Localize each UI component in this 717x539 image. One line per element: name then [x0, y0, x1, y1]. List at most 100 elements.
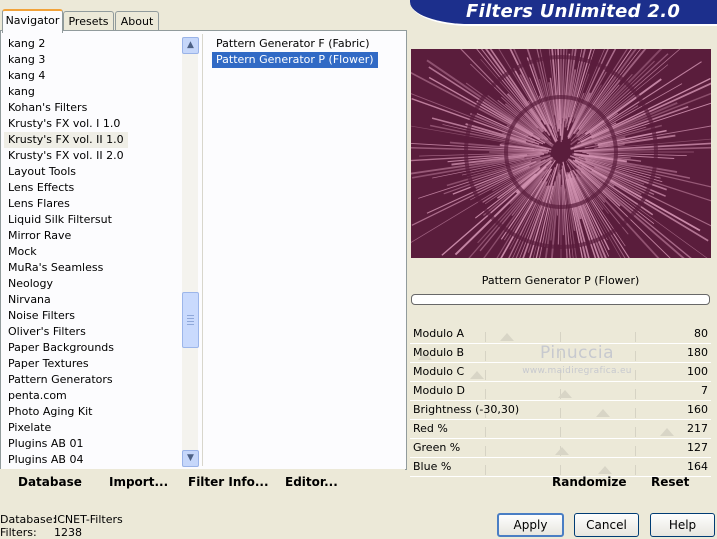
- slider-tick: [560, 465, 561, 475]
- slider-tick: [635, 446, 636, 456]
- slider-tick: [635, 465, 636, 475]
- slider-tick: [560, 332, 561, 342]
- param-name: Modulo B: [413, 346, 465, 359]
- param-row[interactable]: Green % 127: [410, 439, 711, 458]
- category-item[interactable]: Neology: [4, 276, 57, 292]
- filter-list[interactable]: Pattern Generator F (Fabric) Pattern Gen…: [206, 36, 402, 68]
- slider-tick: [635, 351, 636, 361]
- param-value: 160: [687, 403, 708, 416]
- slider-knob[interactable]: [596, 409, 610, 417]
- slider-tick: [485, 446, 486, 456]
- category-item[interactable]: Pattern Generators: [4, 372, 117, 388]
- slider-tick: [560, 408, 561, 418]
- category-item[interactable]: Mock: [4, 244, 41, 260]
- slider-knob[interactable]: [558, 390, 572, 398]
- category-item[interactable]: Kohan's Filters: [4, 100, 91, 116]
- category-item[interactable]: Liquid Silk Filtersut: [4, 212, 116, 228]
- category-item[interactable]: Pixelate: [4, 420, 55, 436]
- category-item[interactable]: Mirror Rave: [4, 228, 75, 244]
- slider-tick: [485, 332, 486, 342]
- param-row[interactable]: Red % 217: [410, 420, 711, 439]
- slider-tick: [485, 351, 486, 361]
- parameter-sliders[interactable]: Modulo A 80 Modulo B 180 Modulo C 100 Modulo D…: [410, 325, 711, 477]
- category-item[interactable]: Lens Effects: [4, 180, 78, 196]
- category-item[interactable]: Plugins AB 04: [4, 452, 87, 468]
- filter-preview: [373, 0, 717, 332]
- scroll-thumb[interactable]: [182, 292, 199, 348]
- category-item[interactable]: Paper Textures: [4, 356, 93, 372]
- slider-tick: [635, 389, 636, 399]
- category-item[interactable]: kang: [4, 84, 39, 100]
- filter-info-button[interactable]: Filter Info...: [188, 475, 269, 489]
- slider-knob[interactable]: [555, 447, 569, 455]
- cancel-button[interactable]: Cancel: [574, 513, 639, 537]
- category-item[interactable]: Photo Aging Kit: [4, 404, 96, 420]
- slider-tick: [560, 427, 561, 437]
- slider-tick: [485, 389, 486, 399]
- import-button[interactable]: Import...: [109, 475, 168, 489]
- category-item[interactable]: Lens Flares: [4, 196, 74, 212]
- preview-filter-name: Pattern Generator P (Flower): [410, 271, 711, 291]
- param-value: 217: [687, 422, 708, 435]
- category-item[interactable]: kang 4: [4, 68, 49, 84]
- scroll-down-button[interactable]: ▼: [182, 450, 199, 467]
- param-row[interactable]: Modulo A 80: [410, 325, 711, 344]
- database-button[interactable]: Database: [18, 475, 82, 489]
- category-item[interactable]: kang 2: [4, 36, 49, 52]
- slider-knob[interactable]: [660, 428, 674, 436]
- slider-knob[interactable]: [598, 466, 612, 474]
- slider-tick: [635, 332, 636, 342]
- param-row[interactable]: Modulo B 180: [410, 344, 711, 363]
- database-value: ICNET-Filters: [54, 513, 123, 526]
- category-item[interactable]: kang 3: [4, 52, 49, 68]
- scroll-up-button[interactable]: ▲: [182, 37, 199, 54]
- param-name: Modulo D: [413, 384, 465, 397]
- param-row[interactable]: Modulo C 100: [410, 363, 711, 382]
- filter-item[interactable]: Pattern Generator F (Fabric): [212, 36, 374, 52]
- tab-about[interactable]: About: [115, 11, 159, 31]
- category-item[interactable]: Nirvana: [4, 292, 55, 308]
- category-item[interactable]: Noise Filters: [4, 308, 79, 324]
- editor-button[interactable]: Editor...: [285, 475, 338, 489]
- slider-knob[interactable]: [470, 371, 484, 379]
- category-list[interactable]: kang 2 kang 3 kang 4 kang Kohan's Filters Kru…: [0, 34, 180, 468]
- randomize-button[interactable]: Randomize: [552, 475, 626, 489]
- reset-button[interactable]: Reset: [651, 475, 689, 489]
- slider-tick: [560, 351, 561, 361]
- param-name: Modulo A: [413, 327, 464, 340]
- slider-tick: [485, 427, 486, 437]
- param-name: Blue %: [413, 460, 452, 473]
- flower-pattern-image: [373, 0, 717, 332]
- param-value: 80: [694, 327, 708, 340]
- param-row[interactable]: Brightness (-30,30) 160: [410, 401, 711, 420]
- slider-tick: [635, 370, 636, 380]
- slider-tick: [560, 370, 561, 380]
- category-item-selected[interactable]: Krusty's FX vol. II 1.0: [4, 132, 128, 148]
- filters-label: Filters:: [0, 526, 37, 539]
- param-name: Red %: [413, 422, 448, 435]
- category-item[interactable]: MuRa's Seamless: [4, 260, 107, 276]
- category-item[interactable]: Layout Tools: [4, 164, 80, 180]
- category-scrollbar[interactable]: ▲ ▼: [182, 37, 199, 467]
- param-name: Brightness (-30,30): [413, 403, 520, 416]
- category-item[interactable]: Krusty's FX vol. I 1.0: [4, 116, 124, 132]
- filters-count: 1238: [54, 526, 82, 539]
- help-button[interactable]: Help: [650, 513, 715, 537]
- slider-tick: [635, 408, 636, 418]
- category-item[interactable]: Oliver's Filters: [4, 324, 90, 340]
- param-name: Modulo C: [413, 365, 465, 378]
- param-row[interactable]: Modulo D 7: [410, 382, 711, 401]
- category-item[interactable]: penta.com: [4, 388, 71, 404]
- tab-presets[interactable]: Presets: [63, 11, 114, 31]
- param-value: 164: [687, 460, 708, 473]
- param-name: Green %: [413, 441, 461, 454]
- param-value: 100: [687, 365, 708, 378]
- category-item[interactable]: Plugins AB 01: [4, 436, 87, 452]
- category-item[interactable]: Paper Backgrounds: [4, 340, 118, 356]
- param-value: 7: [701, 384, 708, 397]
- apply-button[interactable]: Apply: [497, 513, 564, 537]
- category-item[interactable]: Krusty's FX vol. II 2.0: [4, 148, 128, 164]
- slider-knob[interactable]: [500, 333, 514, 341]
- filter-item-selected[interactable]: Pattern Generator P (Flower): [212, 52, 378, 68]
- tab-navigator[interactable]: Navigator: [2, 9, 63, 33]
